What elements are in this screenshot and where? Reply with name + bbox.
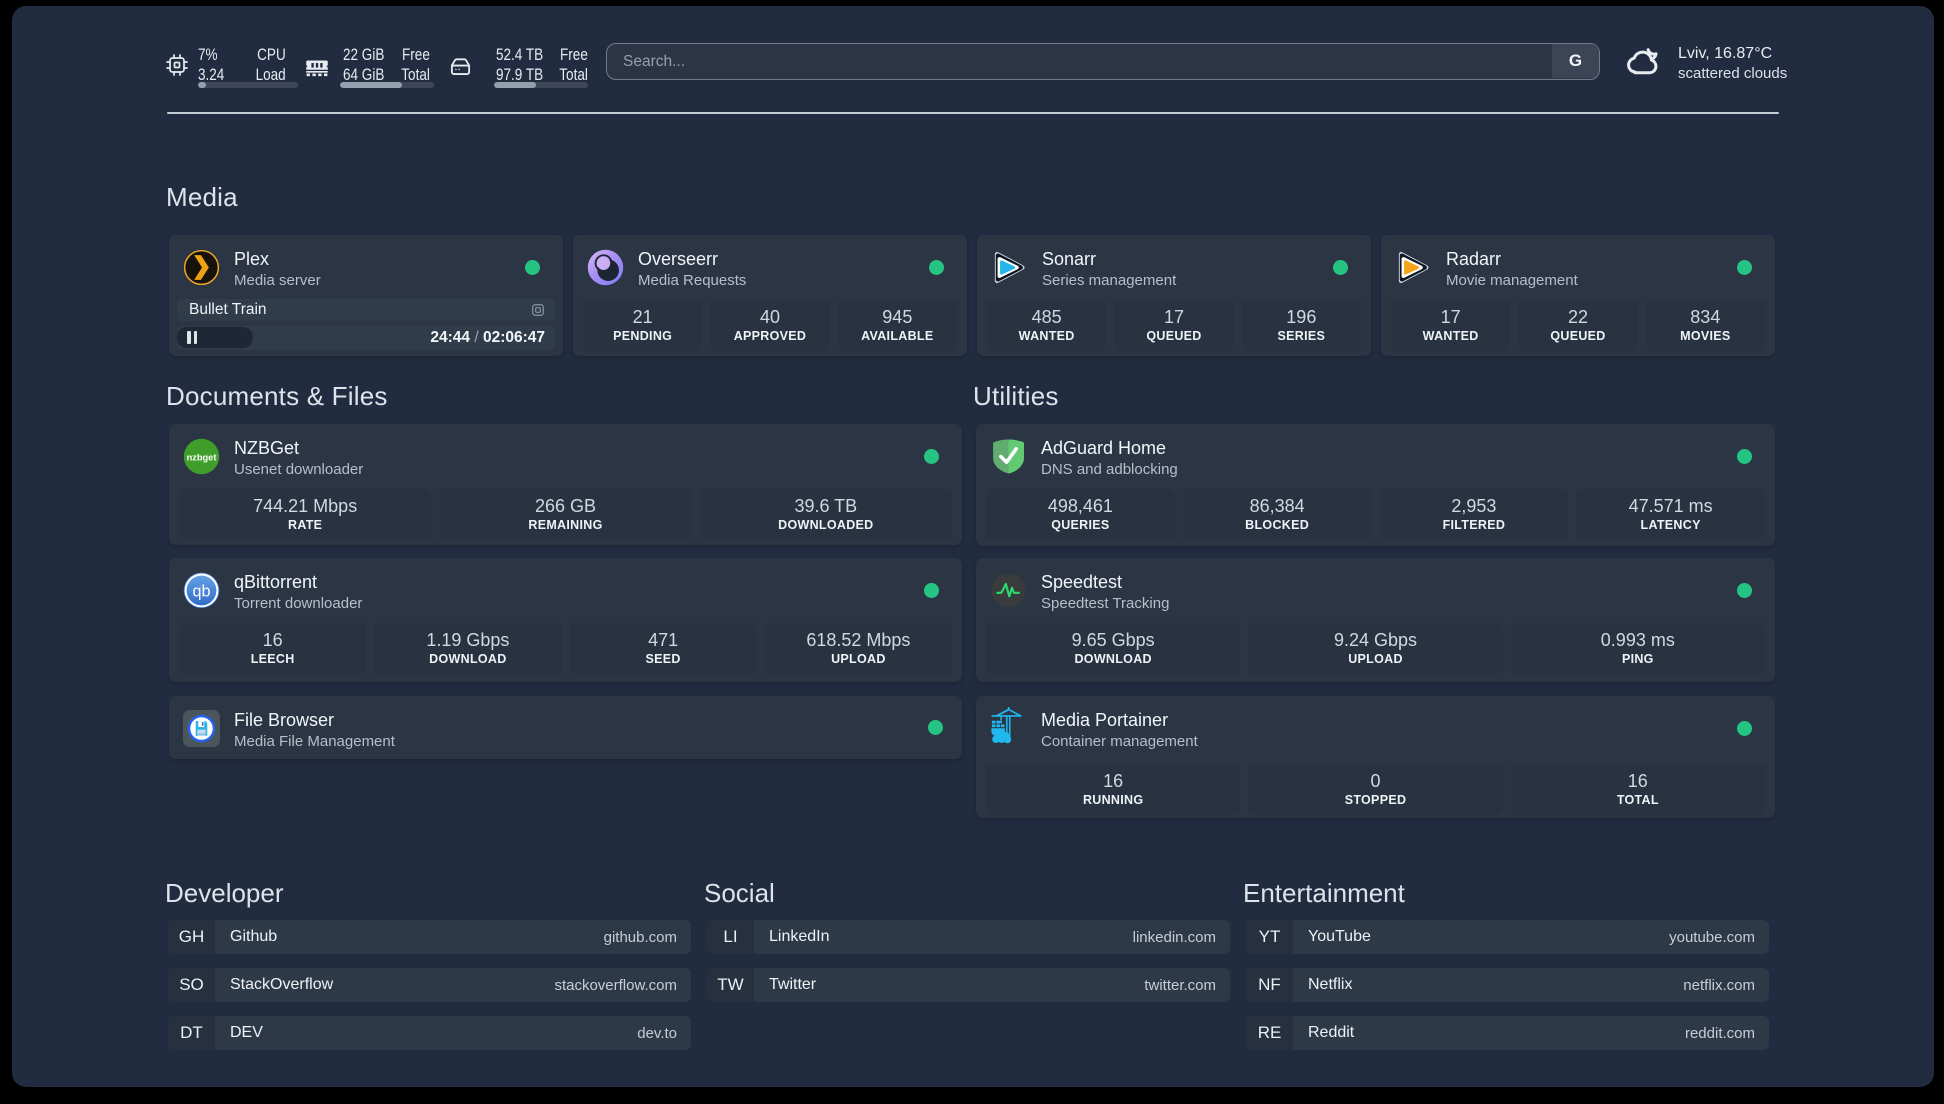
svg-text:nzbget: nzbget — [187, 452, 217, 462]
svg-text:qb: qb — [193, 582, 211, 600]
